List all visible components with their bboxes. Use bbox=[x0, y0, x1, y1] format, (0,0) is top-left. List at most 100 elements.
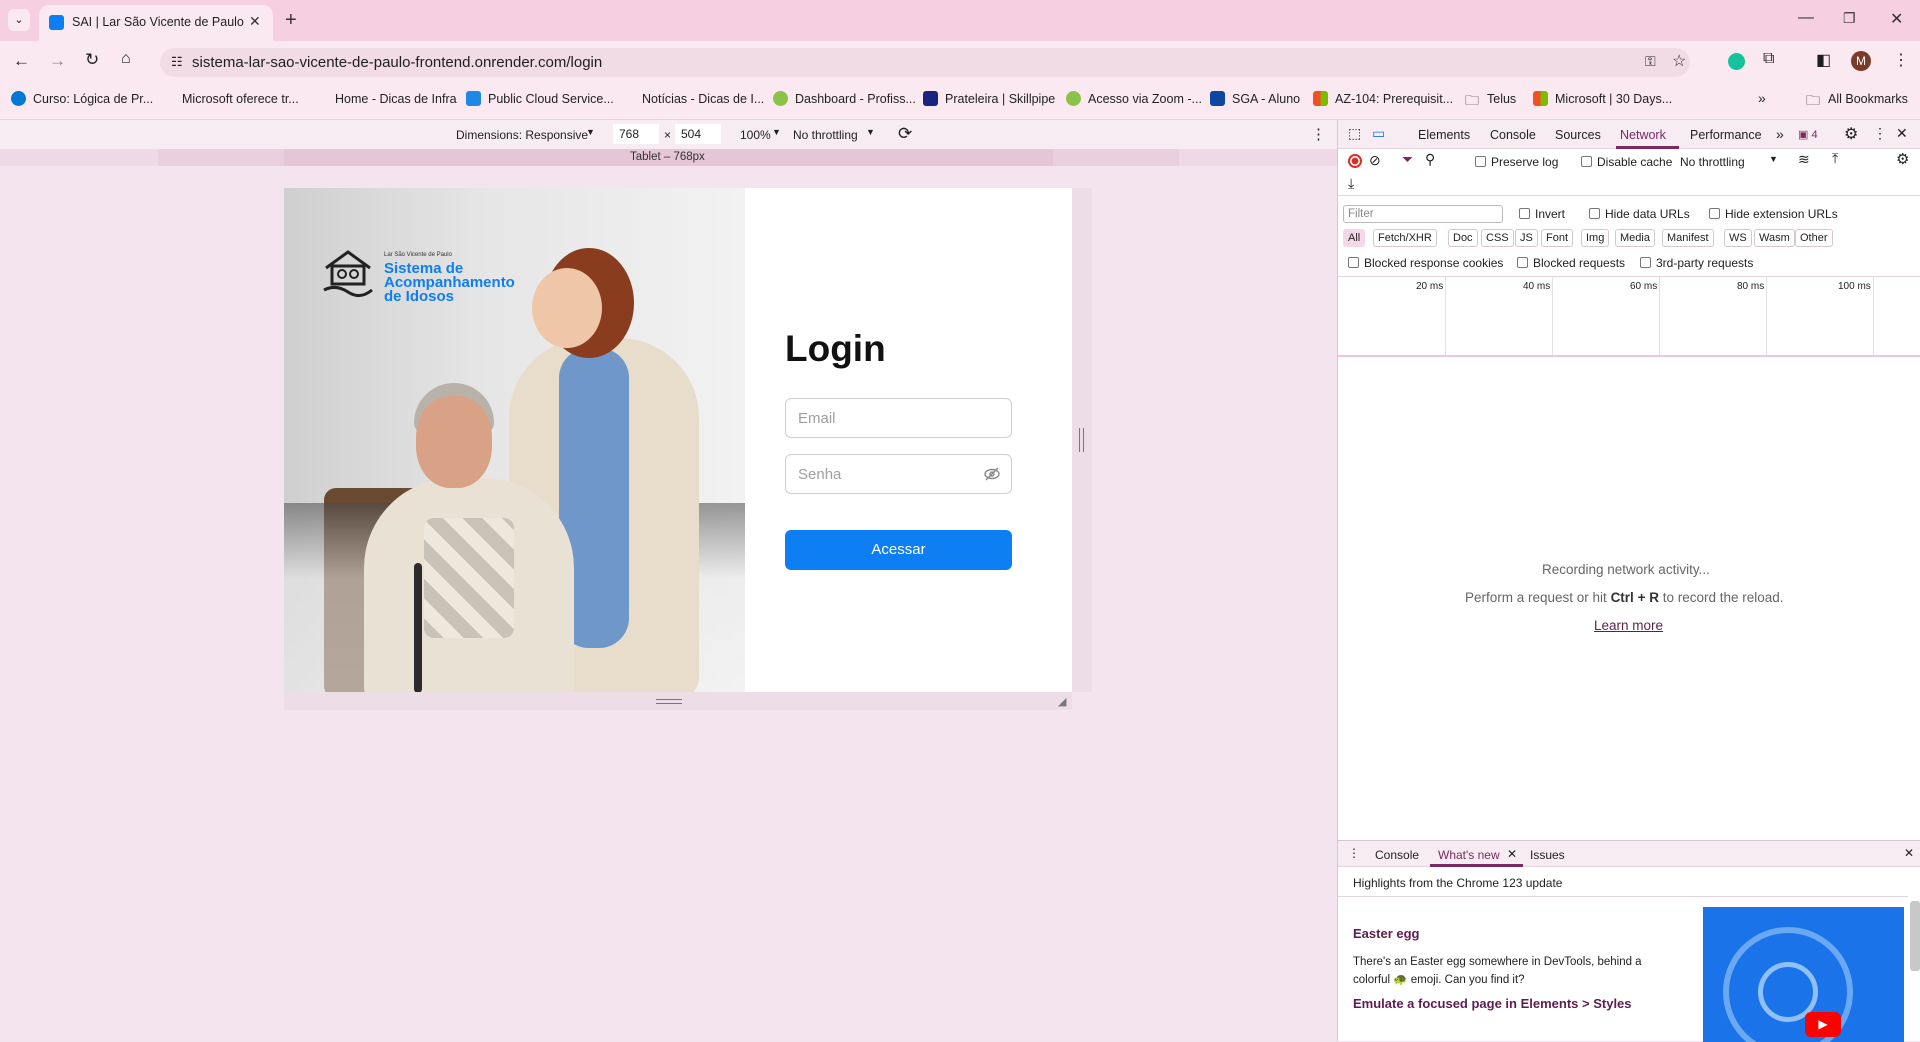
network-throttle-select[interactable]: No throttling bbox=[1680, 155, 1745, 169]
settings-gear-icon[interactable]: ⚙ bbox=[1844, 124, 1858, 144]
preserve-log-checkbox[interactable] bbox=[1475, 156, 1486, 167]
window-close-button[interactable]: ✕ bbox=[1890, 9, 1903, 29]
type-filter-all[interactable]: All bbox=[1343, 229, 1366, 247]
search-icon[interactable]: ⚲ bbox=[1425, 151, 1435, 168]
type-filter-other[interactable]: Other bbox=[1795, 229, 1833, 247]
bookmark-item[interactable]: Acesso via Zoom -... bbox=[1088, 92, 1202, 106]
third-party-checkbox[interactable] bbox=[1640, 257, 1651, 268]
url-text[interactable]: sistema-lar-sao-vicente-de-paulo-fronten… bbox=[192, 54, 602, 71]
minimize-button[interactable]: — bbox=[1798, 9, 1814, 27]
device-options-icon[interactable]: ⋮ bbox=[1311, 125, 1326, 143]
bookmark-item[interactable]: Microsoft | 30 Days... bbox=[1555, 92, 1672, 106]
grammarly-extension-icon[interactable] bbox=[1728, 53, 1745, 70]
bottom-resize-handle[interactable] bbox=[284, 692, 1072, 710]
bookmark-star-icon[interactable]: ☆ bbox=[1672, 51, 1686, 71]
type-filter-img[interactable]: Img bbox=[1581, 229, 1610, 247]
type-filter-ws[interactable]: WS bbox=[1724, 229, 1752, 247]
video-thumbnail[interactable]: ▶ bbox=[1703, 907, 1904, 1042]
export-har-icon[interactable]: ⤓ bbox=[1348, 175, 1354, 192]
record-icon[interactable] bbox=[1348, 154, 1362, 168]
drawer-tab-console[interactable]: Console bbox=[1375, 848, 1419, 862]
tab-network[interactable]: Network bbox=[1620, 128, 1666, 142]
eye-off-icon[interactable] bbox=[984, 467, 1000, 481]
site-info-icon[interactable]: ☷ bbox=[171, 54, 183, 70]
all-bookmarks[interactable]: All Bookmarks bbox=[1828, 92, 1908, 106]
drawer-menu-icon[interactable]: ⋮ bbox=[1348, 846, 1360, 860]
forward-icon[interactable]: → bbox=[49, 51, 66, 71]
bookmark-item[interactable]: Home - Dicas de Infra bbox=[335, 92, 457, 106]
type-filter-js[interactable]: JS bbox=[1515, 229, 1538, 247]
network-conditions-icon[interactable]: ≋ bbox=[1798, 151, 1810, 168]
new-tab-button[interactable]: + bbox=[285, 9, 297, 32]
back-icon[interactable]: ← bbox=[13, 51, 30, 71]
drawer-scrollbar[interactable] bbox=[1910, 901, 1920, 971]
corner-resize-icon[interactable]: ◢ bbox=[1058, 695, 1066, 708]
restore-button[interactable]: ❐ bbox=[1843, 10, 1856, 27]
invert-checkbox[interactable] bbox=[1519, 208, 1530, 219]
drawer-tab-issues[interactable]: Issues bbox=[1530, 848, 1565, 862]
easter-egg-link[interactable]: Easter egg bbox=[1353, 926, 1419, 941]
type-filter-font[interactable]: Font bbox=[1541, 229, 1574, 247]
network-overview-timeline[interactable]: 20 ms 40 ms 60 ms 80 ms 100 ms bbox=[1338, 276, 1920, 357]
type-filter-wasm[interactable]: Wasm bbox=[1754, 229, 1795, 247]
bookmark-item[interactable]: AZ-104: Prerequisit... bbox=[1335, 92, 1453, 106]
email-field[interactable]: Email bbox=[785, 398, 1012, 438]
bookmark-item[interactable]: Dashboard - Profiss... bbox=[795, 92, 916, 106]
blocked-response-cookies-checkbox[interactable] bbox=[1348, 257, 1359, 268]
clear-icon[interactable]: ⊘ bbox=[1369, 152, 1381, 169]
tab-sources[interactable]: Sources bbox=[1555, 128, 1601, 142]
drawer-tab-whats-new[interactable]: What's new bbox=[1438, 848, 1500, 862]
password-field[interactable]: Senha bbox=[785, 454, 1012, 494]
login-submit-button[interactable]: Acessar bbox=[785, 530, 1012, 570]
network-settings-gear-icon[interactable]: ⚙ bbox=[1896, 150, 1909, 168]
width-input[interactable]: 768 bbox=[613, 124, 659, 144]
tab-search-button[interactable]: ⌄ bbox=[8, 9, 30, 31]
reload-icon[interactable]: ↻ bbox=[85, 50, 99, 70]
tab-performance[interactable]: Performance bbox=[1690, 128, 1762, 142]
drawer-close-icon[interactable]: ✕ bbox=[1904, 846, 1914, 860]
type-filter-doc[interactable]: Doc bbox=[1448, 229, 1478, 247]
youtube-play-icon[interactable]: ▶ bbox=[1805, 1012, 1841, 1037]
type-filter-fetch[interactable]: Fetch/XHR bbox=[1373, 229, 1437, 247]
import-har-icon[interactable]: ⤒ bbox=[1832, 150, 1838, 167]
disable-cache-checkbox[interactable] bbox=[1581, 156, 1592, 167]
hide-data-urls-checkbox[interactable] bbox=[1589, 208, 1600, 219]
bookmark-item[interactable]: Prateleira | Skillpipe bbox=[945, 92, 1055, 106]
tab-close-icon[interactable]: ✕ bbox=[249, 13, 261, 30]
filter-funnel-icon[interactable]: ⏷ bbox=[1402, 151, 1413, 168]
filter-input[interactable]: Filter bbox=[1343, 205, 1503, 223]
browser-menu-icon[interactable]: ⋮ bbox=[1893, 50, 1909, 70]
bookmark-item[interactable]: Public Cloud Service... bbox=[488, 92, 614, 106]
browser-tab-active[interactable]: SAI | Lar São Vicente de Paulo ✕ bbox=[39, 5, 273, 41]
extensions-icon[interactable]: ⧉ bbox=[1763, 50, 1774, 68]
rotate-icon[interactable]: ⟳ bbox=[898, 124, 912, 144]
more-tabs-icon[interactable]: » bbox=[1776, 126, 1784, 142]
height-input[interactable]: 504 bbox=[675, 124, 721, 144]
emulate-focused-link[interactable]: Emulate a focused page in Elements > Sty… bbox=[1353, 996, 1632, 1011]
devtools-close-icon[interactable]: ✕ bbox=[1896, 125, 1908, 142]
side-panel-icon[interactable]: ◧ bbox=[1816, 50, 1831, 70]
bookmark-item[interactable]: SGA - Aluno bbox=[1232, 92, 1300, 106]
password-key-icon[interactable]: ⚿ bbox=[1645, 53, 1656, 70]
zoom-select[interactable]: 100% bbox=[740, 128, 771, 142]
profile-avatar[interactable]: M bbox=[1851, 51, 1871, 71]
drawer-tab-close-icon[interactable]: ✕ bbox=[1507, 847, 1517, 861]
home-icon[interactable]: ⌂ bbox=[121, 50, 131, 68]
tab-elements[interactable]: Elements bbox=[1418, 128, 1470, 142]
type-filter-media[interactable]: Media bbox=[1615, 229, 1655, 247]
type-filter-css[interactable]: CSS bbox=[1481, 229, 1514, 247]
device-toggle-icon[interactable]: ▭ bbox=[1372, 125, 1385, 142]
blocked-requests-checkbox[interactable] bbox=[1517, 257, 1528, 268]
throttle-select[interactable]: No throttling bbox=[793, 128, 858, 142]
inspect-element-icon[interactable]: ⬚ bbox=[1348, 125, 1361, 142]
bookmark-item[interactable]: Telus bbox=[1487, 92, 1516, 106]
dimensions-select[interactable]: Dimensions: Responsive bbox=[456, 128, 588, 142]
type-filter-manifest[interactable]: Manifest bbox=[1662, 229, 1714, 247]
devtools-menu-icon[interactable]: ⋮ bbox=[1873, 125, 1887, 142]
hide-extension-urls-checkbox[interactable] bbox=[1709, 208, 1720, 219]
right-resize-handle[interactable] bbox=[1072, 188, 1092, 692]
learn-more-link[interactable]: Learn more bbox=[1594, 618, 1663, 633]
tab-console[interactable]: Console bbox=[1490, 128, 1536, 142]
bookmark-item[interactable]: Curso: Lógica de Pr... bbox=[33, 92, 153, 106]
bookmark-item[interactable]: Notícias - Dicas de I... bbox=[642, 92, 764, 106]
